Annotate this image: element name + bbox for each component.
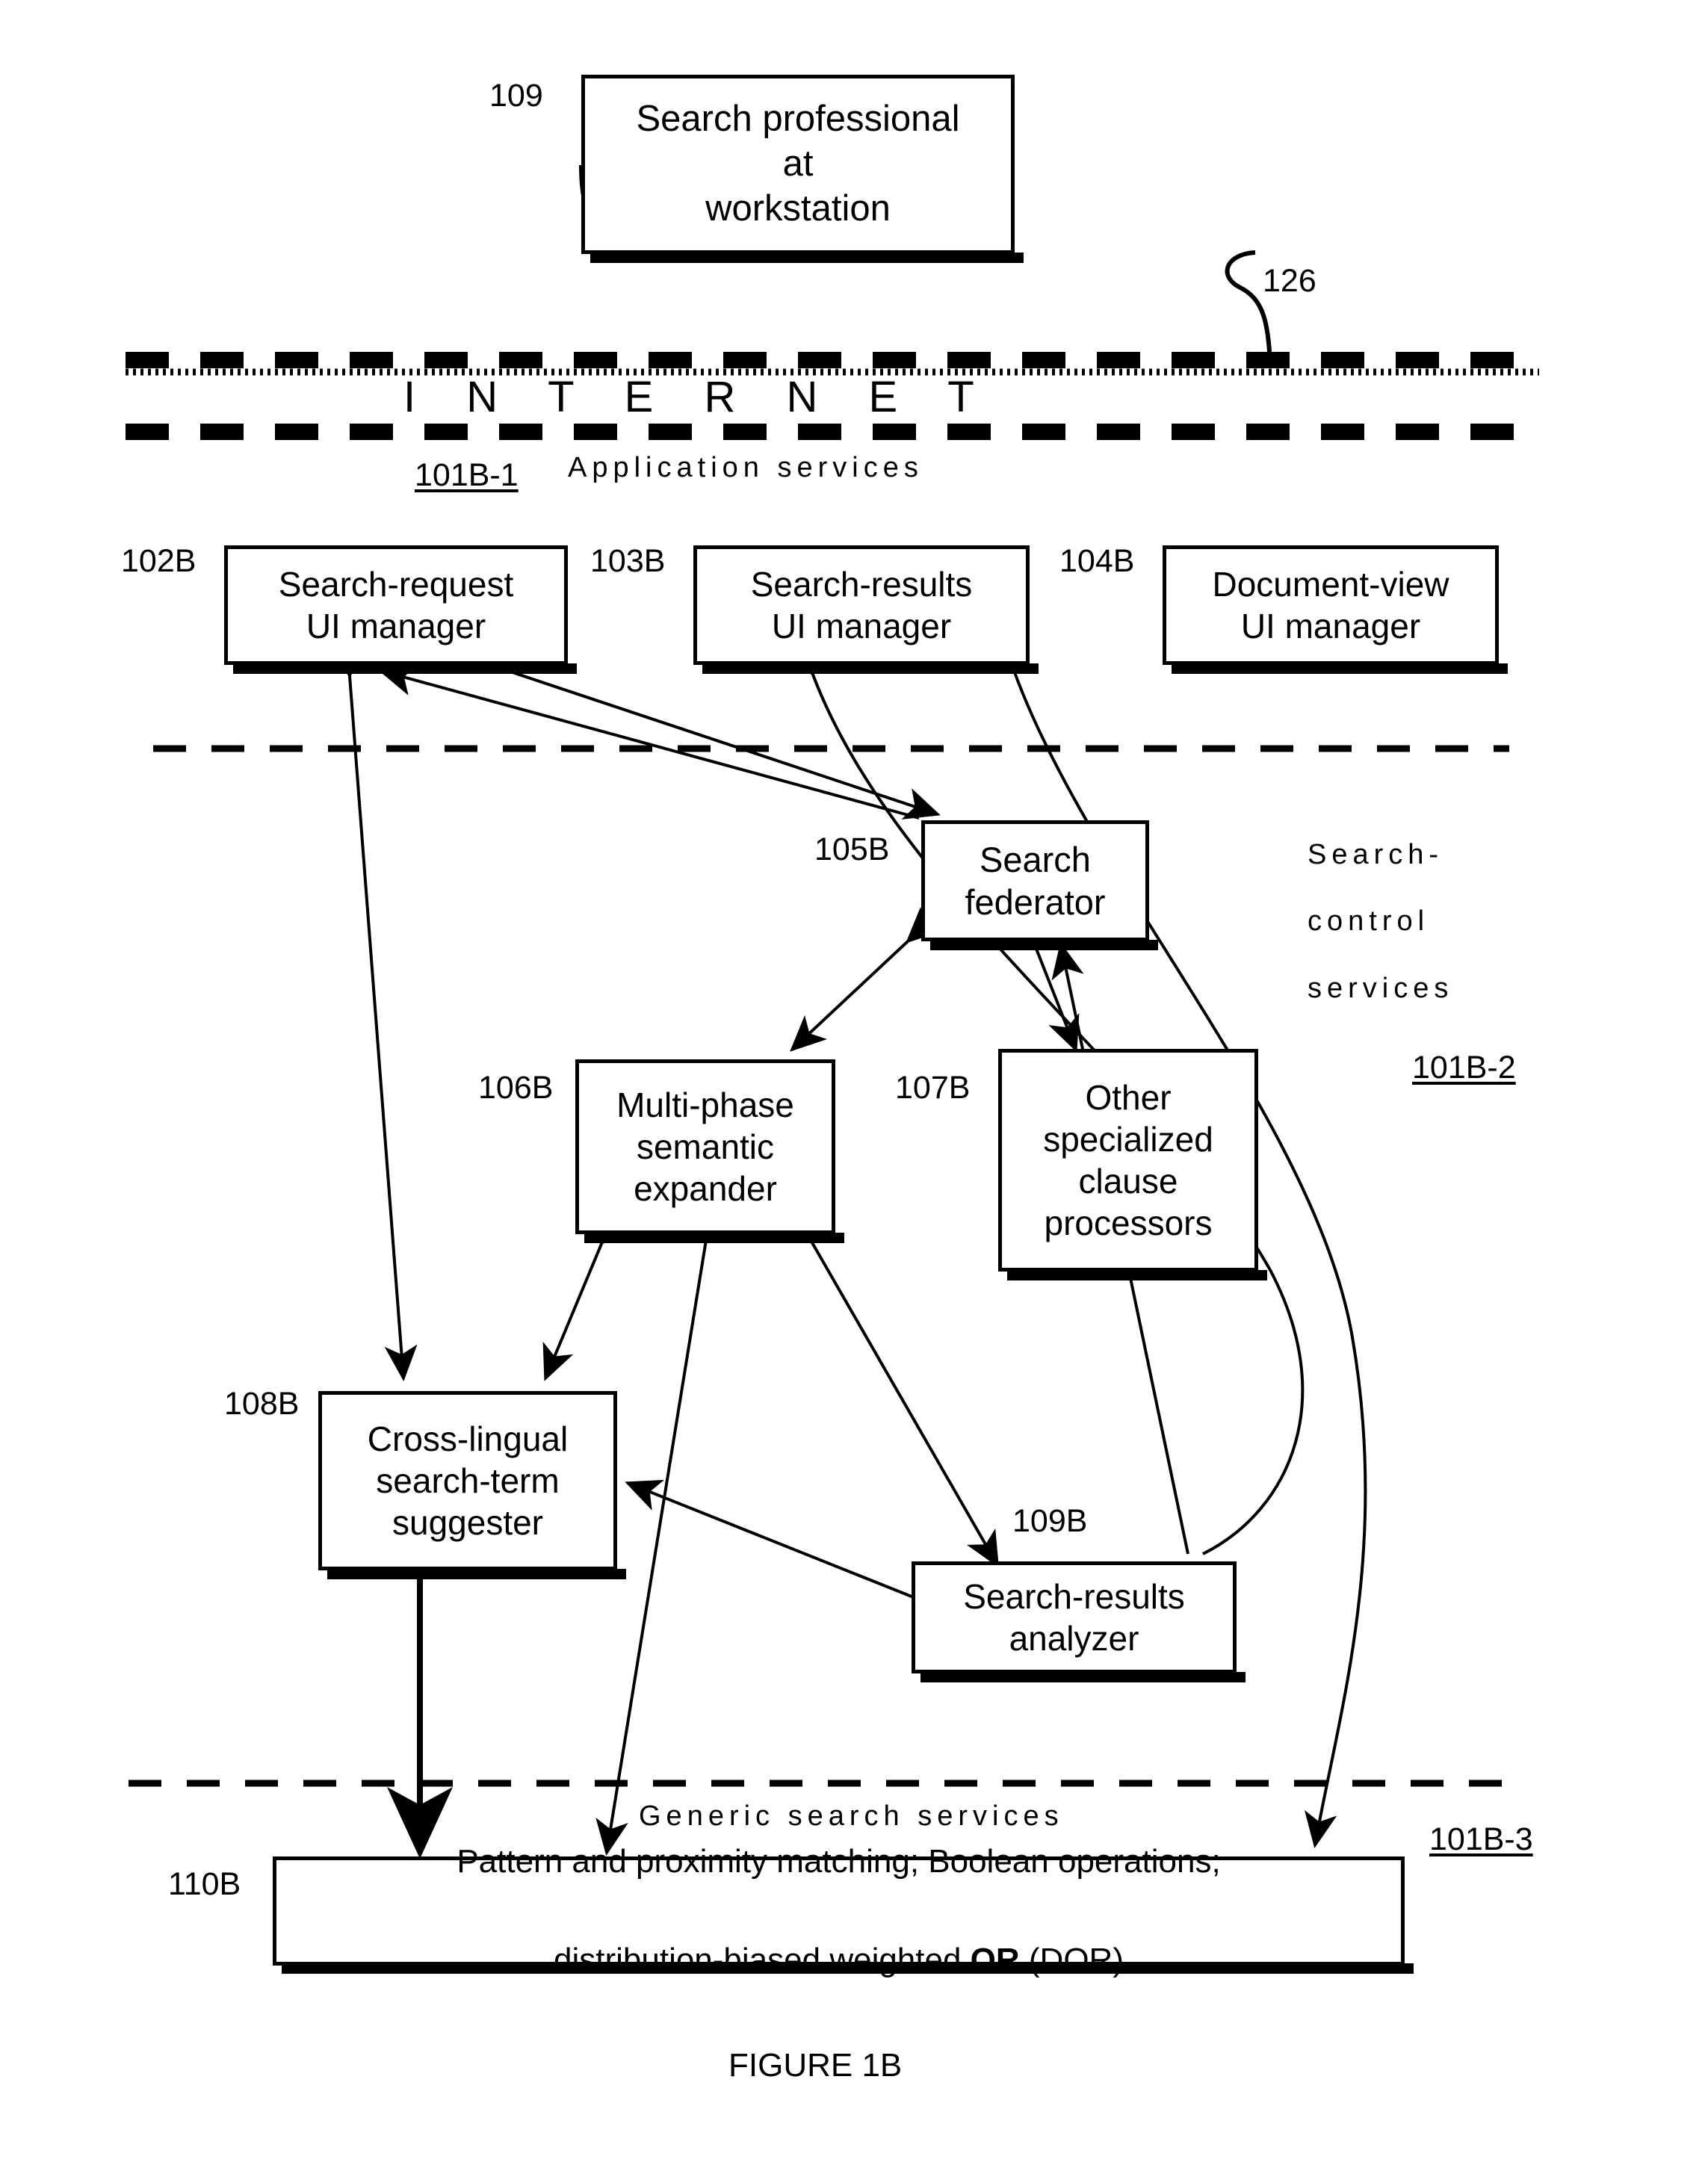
box-search-results-ui-manager[interactable]: Search-results UI manager <box>693 545 1030 665</box>
shadow-search-results-analyzer <box>920 1672 1246 1682</box>
ref-102B: 102B <box>121 543 197 579</box>
box-other-specialized-clause-processors[interactable]: Other specialized clause processors <box>998 1049 1258 1272</box>
ref-110B: 110B <box>168 1866 241 1902</box>
figure-caption: FIGURE 1B <box>728 2047 903 2084</box>
conn-106B-109B <box>780 1203 999 1568</box>
patent-figure-1b: 109 126 102B 103B 104B 105B 106B 107B 10… <box>0 0 1708 2171</box>
ref-109: 109 <box>489 78 543 114</box>
shadow-search-federator <box>930 940 1158 950</box>
label-application-services: Application services <box>568 452 923 483</box>
conn-102B-105B <box>507 669 941 820</box>
ref-104B: 104B <box>1059 543 1135 579</box>
internet-label: I N T E R N E T <box>403 373 994 421</box>
conn-105B-102B <box>378 663 920 820</box>
generic-search-line-2a: distribution-biased weighted <box>554 1942 971 1978</box>
ref-105B: 105B <box>814 831 890 867</box>
generic-search-or-operator: OR <box>970 1942 1020 1978</box>
shadow-document-view-ui-manager <box>1172 663 1508 674</box>
box-cross-lingual-search-term-suggester[interactable]: Cross-lingual search-term suggester <box>318 1391 617 1570</box>
box-document-view-ui-manager[interactable]: Document-view UI manager <box>1163 545 1499 665</box>
ref-103B: 103B <box>590 543 666 579</box>
conn-106B-108B <box>542 1207 630 1381</box>
ref-109B: 109B <box>1012 1503 1088 1539</box>
conn-102B-108B <box>330 642 418 1381</box>
ref-101B-1: 101B-1 <box>415 457 519 493</box>
shadow-search-results-ui-manager <box>702 663 1039 674</box>
internet-band-top <box>126 352 1539 376</box>
conn-105B-106B <box>790 906 944 1052</box>
shadow-other-specialized-clause-processors <box>1007 1270 1267 1280</box>
box-search-request-ui-manager[interactable]: Search-request UI manager <box>224 545 568 665</box>
box-search-results-analyzer[interactable]: Search-results analyzer <box>912 1561 1237 1673</box>
conn-106B-110B <box>595 1205 728 1856</box>
ref-101B-3: 101B-3 <box>1429 1821 1533 1857</box>
label-generic-search-services: Generic search services <box>639 1800 1064 1832</box>
ref-108B: 108B <box>224 1386 300 1422</box>
ref-107B: 107B <box>895 1070 971 1106</box>
box-search-federator[interactable]: Search federator <box>921 820 1149 941</box>
shadow-search-professional <box>590 253 1024 263</box>
shadow-cross-lingual-search-term-suggester <box>327 1569 626 1579</box>
box-multi-phase-semantic-expander[interactable]: Multi-phase semantic expander <box>575 1059 835 1234</box>
ref-106B: 106B <box>478 1070 554 1106</box>
box-search-professional-at-workstation[interactable]: Search professional at workstation <box>581 75 1015 254</box>
shadow-search-request-ui-manager <box>233 663 577 674</box>
generic-search-line-2: distribution-biased weighted OR (DOR) <box>554 1886 1124 1985</box>
box-generic-search-engine[interactable]: Pattern and proximity matching; Boolean … <box>273 1843 1405 1978</box>
generic-search-line-1: Pattern and proximity matching; Boolean … <box>457 1843 1221 1880</box>
ref-126: 126 <box>1263 263 1316 299</box>
conn-105B-107B <box>1007 908 1080 1053</box>
generic-search-line-2c: (DOR) <box>1019 1942 1124 1978</box>
label-search-control-services: Search- control services <box>1308 839 1454 1004</box>
ref-101B-2: 101B-2 <box>1412 1050 1516 1086</box>
shadow-multi-phase-semantic-expander <box>584 1233 844 1243</box>
